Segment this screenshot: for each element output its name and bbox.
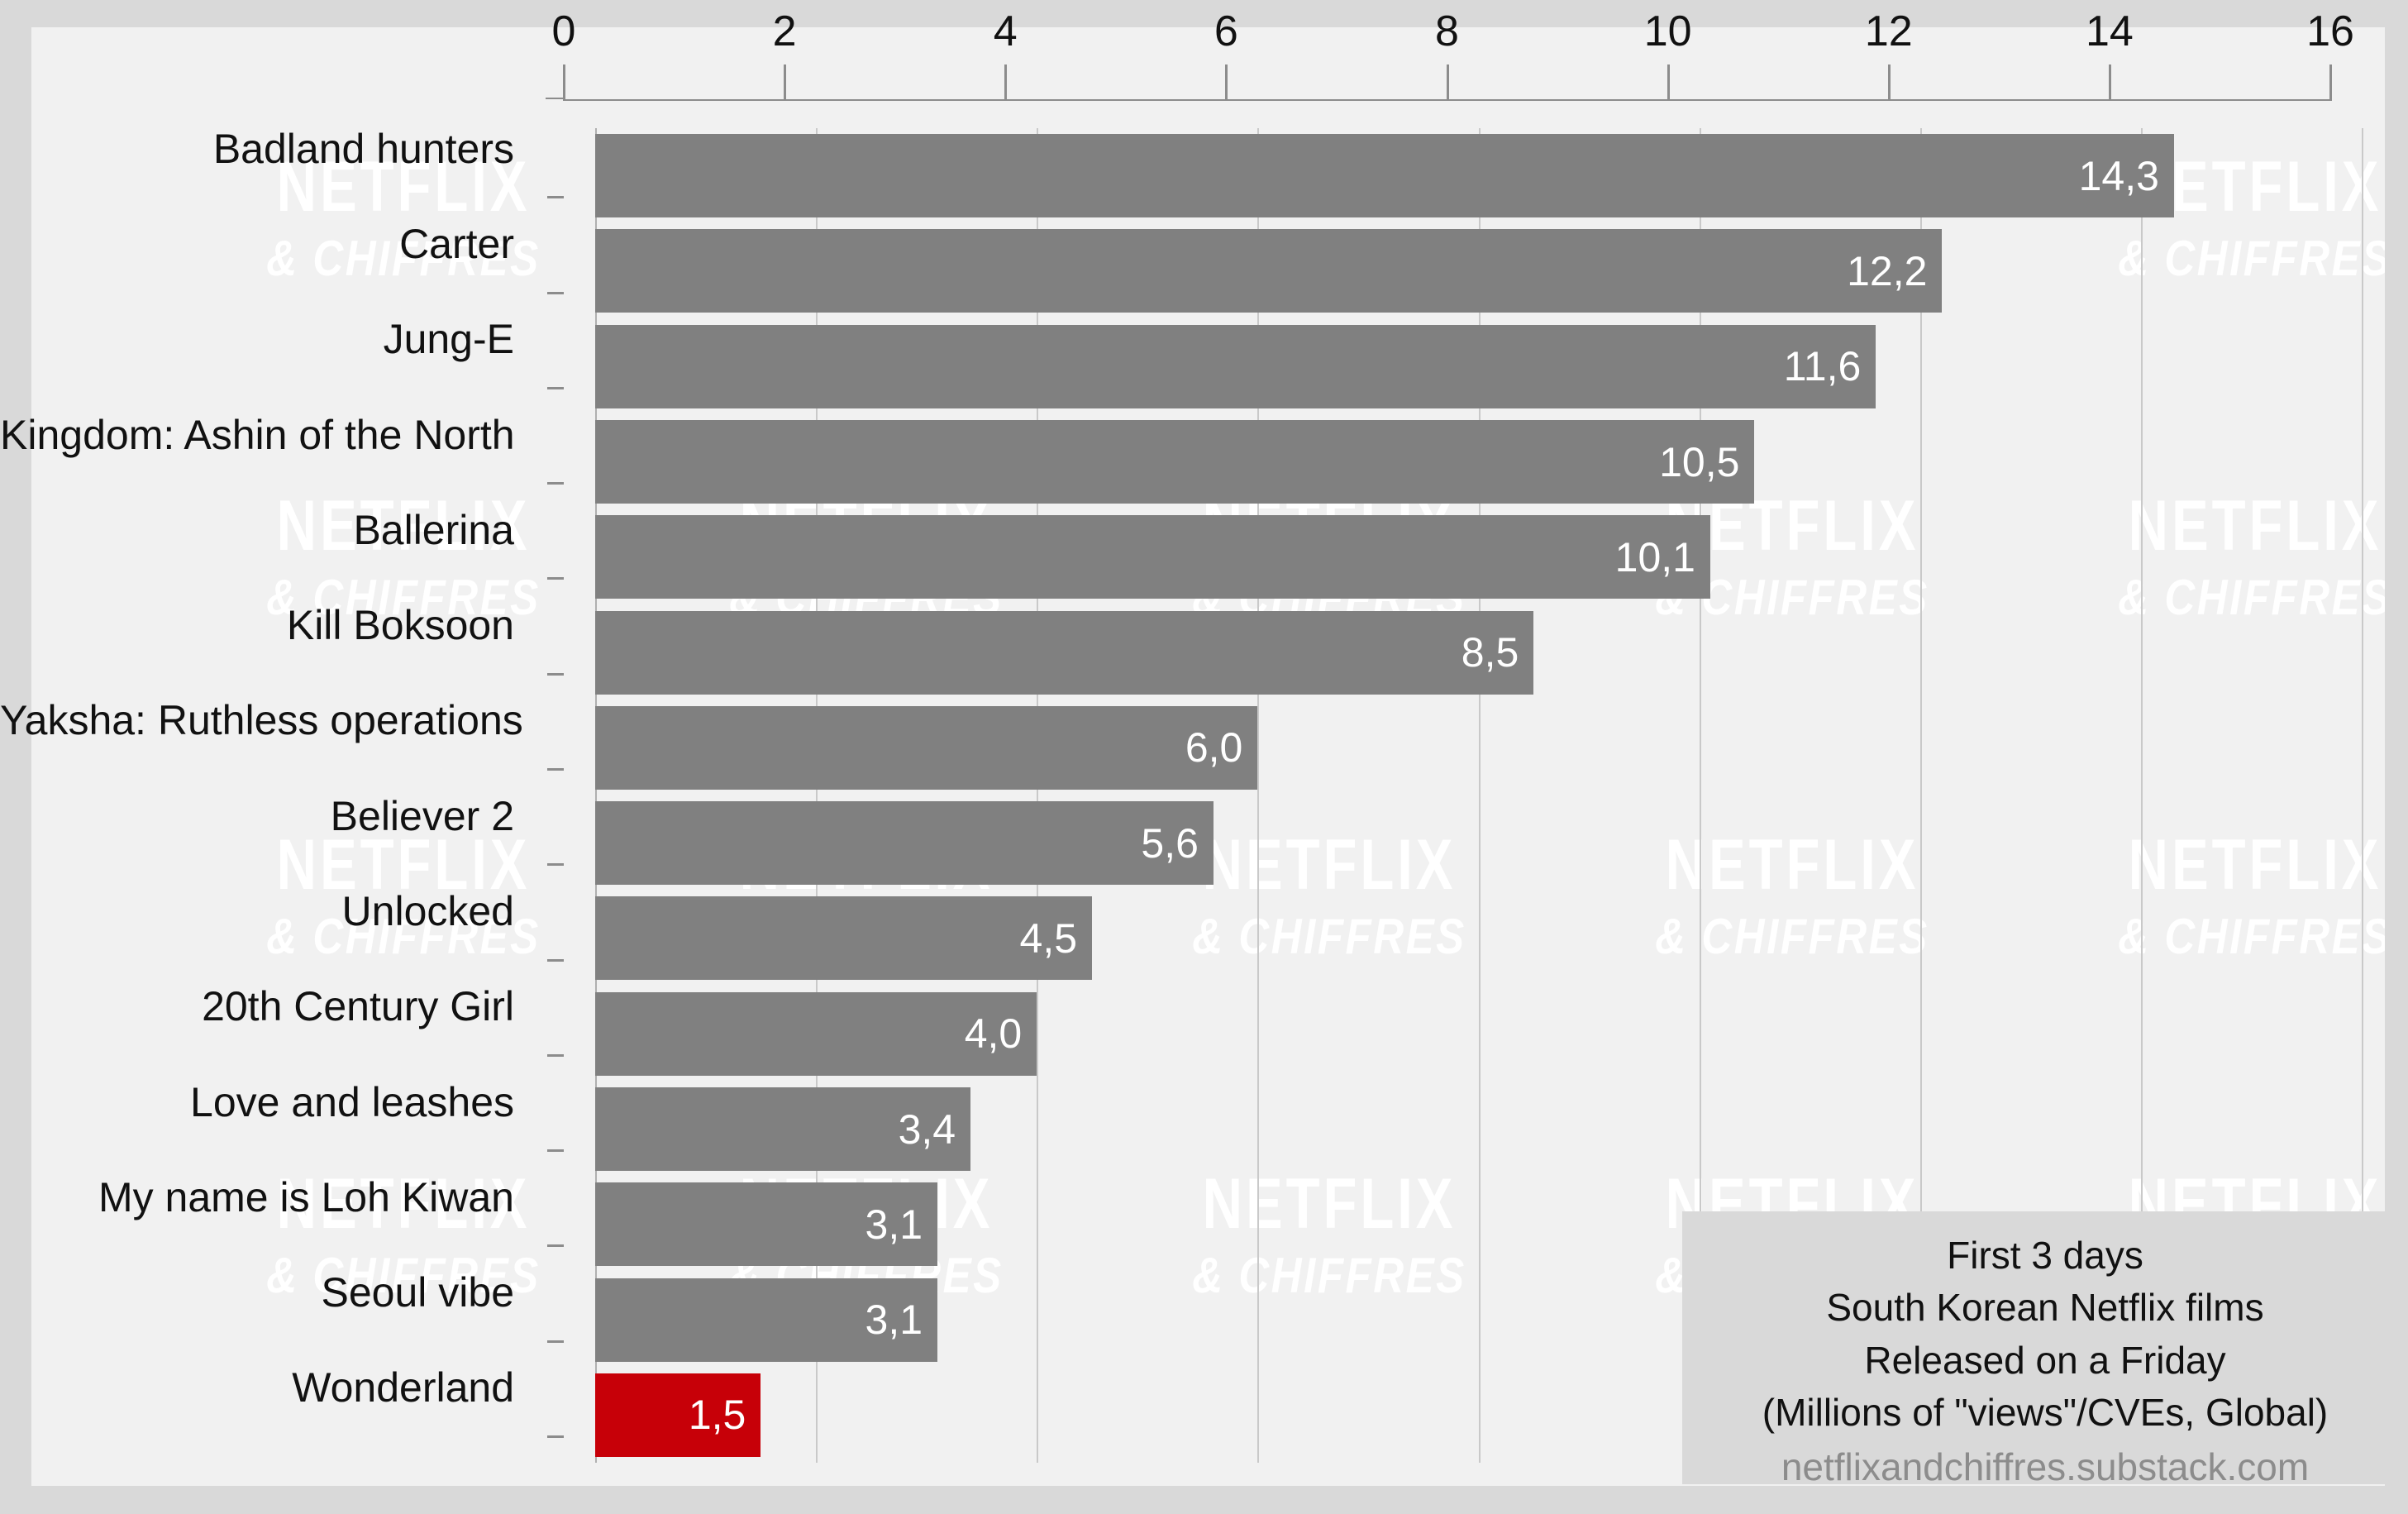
bar-value-label: 1,5	[688, 1392, 746, 1439]
bar[interactable]: 6,0	[595, 705, 1258, 790]
bar-row: 12,2	[595, 229, 2362, 313]
watermark-subtitle: & CHIFFRES	[266, 570, 541, 625]
bar[interactable]: 11,6	[595, 324, 1876, 408]
bar-row: 10,5	[595, 420, 2362, 504]
bar-value-label: 5,6	[1141, 819, 1199, 867]
bar-value-label: 4,5	[1019, 915, 1078, 962]
x-tick-mark-16	[2329, 64, 2332, 101]
watermark-subtitle: & CHIFFRES	[266, 231, 541, 286]
x-axis-left-cap	[546, 98, 564, 99]
bar-value-label: 10,1	[1614, 533, 1695, 580]
caption-line-1: First 3 days	[1947, 1234, 2143, 1277]
bar-row: 8,5	[595, 610, 2362, 695]
bar[interactable]: 10,5	[595, 420, 1755, 504]
bar[interactable]: 1,5	[595, 1373, 761, 1457]
bar[interactable]: 5,6	[595, 801, 1214, 886]
caption-line-3: Released on a Friday	[1864, 1338, 2226, 1382]
watermark-title: NETFLIX	[276, 825, 531, 905]
x-tick-mark-14	[2108, 64, 2111, 101]
bar[interactable]: 12,2	[595, 229, 1943, 313]
bar-value-label: 3,1	[865, 1201, 923, 1248]
bar-value-label: 6,0	[1185, 724, 1243, 771]
bar[interactable]: 3,1	[595, 1278, 938, 1362]
caption-source-url: netflixandchiffres.substack.com	[1781, 1445, 2310, 1488]
caption-line-2: South Korean Netflix films	[1826, 1286, 2264, 1330]
bar-row: 4,0	[595, 991, 2362, 1076]
watermark-subtitle: & CHIFFRES	[266, 1248, 541, 1303]
bar-row: 11,6	[595, 324, 2362, 408]
bar-value-label: 3,4	[898, 1106, 956, 1153]
netflix-chiffres-watermark: NETFLIX& CHIFFRES	[197, 1168, 610, 1301]
watermark-title: NETFLIX	[276, 1164, 531, 1244]
netflix-chiffres-watermark: NETFLIX& CHIFFRES	[197, 490, 610, 623]
x-tick-label-10: 10	[1643, 7, 1692, 55]
bar[interactable]: 8,5	[595, 610, 1534, 695]
x-tick-mark-10	[1667, 64, 1670, 101]
watermark-subtitle: & CHIFFRES	[266, 909, 541, 964]
netflix-chiffres-watermark: NETFLIX& CHIFFRES	[197, 829, 610, 962]
x-tick-label-0: 0	[551, 7, 576, 55]
bar[interactable]: 4,5	[595, 896, 1093, 981]
bar[interactable]: 4,0	[595, 991, 1037, 1076]
x-tick-label-12: 12	[1864, 7, 1913, 55]
bar-row: 4,5	[595, 896, 2362, 981]
bar-row: 3,4	[595, 1087, 2362, 1171]
caption-box: First 3 days South Korean Netflix films …	[1682, 1211, 2408, 1488]
bar[interactable]: 3,1	[595, 1182, 938, 1267]
bar[interactable]: 10,1	[595, 515, 1710, 599]
bar-value-label: 14,3	[2078, 152, 2159, 199]
bar-value-label: 4,0	[964, 1010, 1023, 1058]
x-tick-mark-12	[1887, 64, 1891, 101]
bar-value-label: 3,1	[865, 1297, 923, 1344]
bar-value-label: 8,5	[1461, 629, 1519, 676]
x-tick-label-4: 4	[993, 7, 1018, 55]
watermark-title: NETFLIX	[276, 147, 531, 227]
x-tick-mark-8	[1446, 64, 1449, 101]
bar-value-label: 11,6	[1783, 343, 1862, 390]
bar[interactable]: 14,3	[595, 134, 2174, 218]
caption-line-4: (Millions of "views"/CVEs, Global)	[1762, 1391, 2329, 1435]
x-tick-mark-0	[563, 64, 565, 101]
bar-row: 14,3	[595, 134, 2362, 218]
x-tick-label-8: 8	[1435, 7, 1459, 55]
bar-value-label: 12,2	[1847, 247, 1928, 294]
x-tick-mark-4	[1004, 64, 1008, 101]
netflix-chiffres-watermark: NETFLIX& CHIFFRES	[197, 151, 610, 284]
x-tick-mark-6	[1225, 64, 1228, 101]
watermark-title: NETFLIX	[276, 486, 531, 566]
bar-row: 10,1	[595, 515, 2362, 599]
x-tick-label-14: 14	[2085, 7, 2134, 55]
bar-row: 6,0	[595, 705, 2362, 790]
x-tick-mark-2	[784, 64, 787, 101]
x-tick-label-2: 2	[772, 7, 797, 55]
bar[interactable]: 3,4	[595, 1087, 971, 1171]
bar-row: 5,6	[595, 801, 2362, 886]
x-tick-label-16: 16	[2306, 7, 2354, 55]
x-tick-label-6: 6	[1214, 7, 1238, 55]
bar-value-label: 10,5	[1659, 438, 1740, 485]
